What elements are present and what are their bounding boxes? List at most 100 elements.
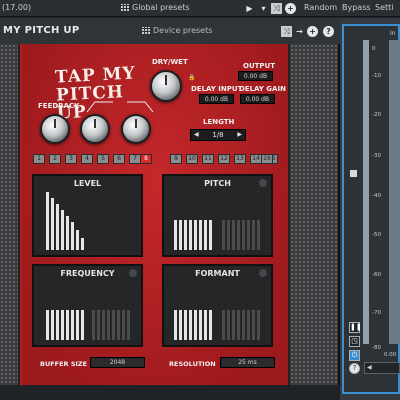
help-icon[interactable]: ? <box>323 26 334 37</box>
pitch-bar-inactive <box>222 220 225 250</box>
step-button[interactable]: 6 <box>113 154 125 164</box>
step-button[interactable]: 10 <box>186 154 198 164</box>
level-title: LEVEL <box>73 179 102 188</box>
device-header: MY PITCH UP Device presets ⤨ → + ? <box>0 18 340 44</box>
level-panel[interactable]: LEVEL <box>32 174 143 257</box>
global-presets-icon[interactable] <box>121 4 129 12</box>
step-button[interactable]: 9 <box>170 154 182 164</box>
shuffle-icon[interactable]: ⤨ <box>281 26 292 37</box>
pitch-panel[interactable]: PITCH <box>162 174 273 257</box>
add-icon[interactable]: + <box>285 3 296 14</box>
formant-bar-inactive <box>227 310 230 340</box>
formant-bar-inactive <box>252 310 255 340</box>
formant-bar-inactive <box>232 310 235 340</box>
step-button[interactable]: 2 <box>49 154 61 164</box>
meter-handle-icon[interactable] <box>350 170 357 177</box>
delay-input-value[interactable]: 0.00 dB <box>199 94 234 104</box>
pitch-led-indicator[interactable] <box>259 179 267 187</box>
formant-bar <box>184 310 187 340</box>
output-value[interactable]: 0.00 dB <box>238 71 273 81</box>
resolution-value[interactable]: 25 ms <box>220 357 275 368</box>
knob-3[interactable] <box>121 114 151 144</box>
drywet-knob[interactable] <box>150 70 182 102</box>
formant-panel[interactable]: FORMANT <box>162 264 273 347</box>
formant-bar-inactive <box>247 310 250 340</box>
scale-tick: -80 <box>372 345 381 351</box>
scale-tick: -20 <box>372 112 381 118</box>
arrow-left-icon[interactable]: ◀ <box>194 130 199 140</box>
random-button[interactable]: Random <box>304 3 337 12</box>
frequency-bar-inactive <box>102 310 105 340</box>
arrow-right-icon[interactable]: ▶ <box>237 130 242 140</box>
pitch-bar-inactive <box>242 220 245 250</box>
step-button[interactable]: 11 <box>202 154 214 164</box>
step-button[interactable]: 4 <box>81 154 93 164</box>
step-button[interactable]: 12 <box>218 154 230 164</box>
device-presets-icon[interactable] <box>142 27 150 35</box>
feedback-knob[interactable] <box>40 114 70 144</box>
step-button[interactable]: 16 <box>261 154 273 164</box>
frequency-bar-inactive <box>112 310 115 340</box>
formant-bar <box>199 310 202 340</box>
arrow-right-icon[interactable]: → <box>294 26 305 37</box>
settings-button[interactable]: Setti <box>375 3 394 12</box>
level-bar <box>56 204 59 250</box>
buffer-size-label: BUFFER SIZE <box>40 360 88 368</box>
formant-bar <box>189 310 192 340</box>
scale-tick: -50 <box>372 232 381 238</box>
output-label: OUTPUT <box>243 62 275 70</box>
frequency-panel[interactable]: FREQUENCY <box>32 264 143 347</box>
step-button-active[interactable]: 8 <box>140 154 152 164</box>
pitch-bar <box>179 220 182 250</box>
device-presets-button[interactable]: Device presets <box>153 26 212 35</box>
pitch-bar-inactive <box>252 220 255 250</box>
window-icon[interactable]: ◳ <box>349 336 360 347</box>
scale-tick: -40 <box>372 193 381 199</box>
input-meter-right <box>389 40 400 344</box>
knob-connector-lines <box>86 101 154 113</box>
pitch-title: PITCH <box>204 179 231 188</box>
arrow-down-icon[interactable]: ▾ <box>258 3 269 14</box>
frequency-bar-inactive <box>97 310 100 340</box>
power-icon[interactable]: ⏻ <box>349 350 360 361</box>
frequency-bar-inactive <box>107 310 110 340</box>
delay-gain-value[interactable]: 0.00 dB <box>240 94 275 104</box>
speaker-grille-left <box>0 44 20 385</box>
add-icon[interactable]: + <box>307 26 318 37</box>
pitch-bar <box>189 220 192 250</box>
global-presets-button[interactable]: Global presets <box>132 3 190 12</box>
length-selector[interactable]: ◀ 1/8 ▶ <box>190 129 246 141</box>
help-icon[interactable]: ? <box>349 363 360 374</box>
lock-icon[interactable]: 🔒 <box>188 74 195 81</box>
step-button[interactable]: 5 <box>97 154 109 164</box>
formant-bar <box>179 310 182 340</box>
play-arrow-icon[interactable]: ▶ <box>244 3 255 14</box>
step-button[interactable]: 3 <box>65 154 77 164</box>
host-version: (17.00) <box>2 3 32 12</box>
bypass-button[interactable]: Bypass <box>342 3 371 12</box>
pitch-bar <box>194 220 197 250</box>
step-button[interactable]: 1 <box>33 154 45 164</box>
formant-bar-inactive <box>257 310 260 340</box>
host-toolbar: (17.00) Global presets ▶ ▾ ⤨ + Random By… <box>0 0 400 17</box>
pitch-bar <box>209 220 212 250</box>
pitch-bar-inactive <box>247 220 250 250</box>
knob-2[interactable] <box>80 114 110 144</box>
formant-bar <box>174 310 177 340</box>
step-button[interactable]: 13 <box>234 154 246 164</box>
in-label: In <box>390 30 396 37</box>
meter-scroll-arrow[interactable]: ◀ <box>364 362 400 374</box>
feedback-label: FEEDBACK <box>38 102 80 110</box>
frequency-bar-inactive <box>92 310 95 340</box>
buffer-size-value[interactable]: 2048 <box>90 357 145 368</box>
pause-icon[interactable]: ❚❚ <box>349 322 362 333</box>
drywet-label: DRY/WET <box>152 58 188 66</box>
formant-bar-inactive <box>242 310 245 340</box>
shuffle-icon[interactable]: ⤨ <box>271 3 282 14</box>
level-bar <box>81 238 84 250</box>
frequency-led-indicator[interactable] <box>129 269 137 277</box>
meter-readout: 0.00 <box>384 352 397 358</box>
frequency-bar <box>76 310 79 340</box>
resolution-label: RESOLUTION <box>169 360 216 368</box>
formant-led-indicator[interactable] <box>259 269 267 277</box>
